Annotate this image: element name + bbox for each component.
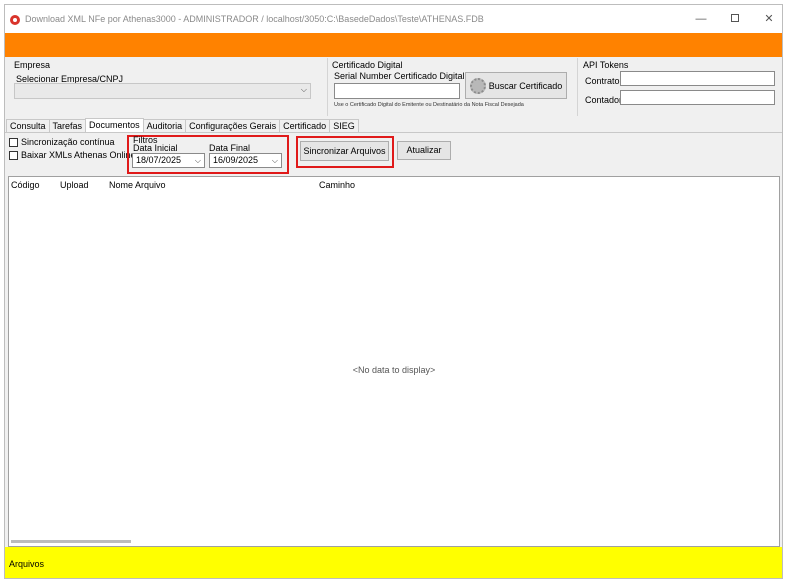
tab-sieg[interactable]: SIEG <box>329 119 359 133</box>
tab-documentos[interactable]: Documentos <box>85 118 144 133</box>
serial-number-label: Serial Number Certificado Digital <box>334 71 465 81</box>
close-button[interactable]: ✕ <box>755 11 782 27</box>
data-final-label: Data Final <box>209 143 251 153</box>
contrato-field[interactable] <box>620 71 775 86</box>
data-final-value: 16/09/2025 <box>213 155 259 165</box>
panel-divider <box>327 58 328 116</box>
tab-tarefas[interactable]: Tarefas <box>48 119 87 133</box>
tab-certificado[interactable]: Certificado <box>279 119 331 133</box>
data-inicial-value: 18/07/2025 <box>136 155 182 165</box>
tab-auditoria[interactable]: Auditoria <box>142 119 187 133</box>
chevron-down-icon: ⌵ <box>271 156 278 165</box>
window-title: Download XML NFe por Athenas3000 - ADMIN… <box>25 14 484 24</box>
column-header-caminho[interactable]: Caminho <box>319 180 355 190</box>
minimize-button[interactable]: — <box>687 11 715 27</box>
tab-consulta[interactable]: Consulta <box>6 119 50 133</box>
column-header-upload[interactable]: Upload <box>60 180 89 190</box>
checkbox-icon <box>9 137 18 147</box>
contrato-label: Contrato <box>585 76 620 86</box>
grid-header: Código Upload Nome Arquivo Caminho <box>9 177 779 192</box>
chevron-down-icon: ⌵ <box>194 156 201 165</box>
status-text: Arquivos <box>9 559 45 569</box>
gear-icon <box>469 77 486 94</box>
column-header-nome-arquivo[interactable]: Nome Arquivo <box>109 180 166 190</box>
status-bar: Arquivos <box>5 547 782 578</box>
empty-grid-message: <No data to display> <box>352 365 436 375</box>
app-logo-icon <box>10 15 20 25</box>
app-window: Download XML NFe por Athenas3000 - ADMIN… <box>4 4 783 579</box>
horizontal-scrollbar[interactable] <box>11 540 131 543</box>
baixar-xmls-label: Baixar XMLs Athenas Online <box>21 150 136 160</box>
sincronizacao-label: Sincronização contínua <box>21 137 115 147</box>
atualizar-button[interactable]: Atualizar <box>397 141 451 160</box>
chevron-down-icon: ⌵ <box>300 85 307 94</box>
maximize-icon <box>731 14 739 22</box>
buscar-certificado-button[interactable]: Buscar Certificado <box>465 72 567 99</box>
contador-label: Contador <box>585 95 623 105</box>
header-banner <box>5 33 782 57</box>
data-final-picker[interactable]: 16/09/2025 ⌵ <box>209 153 282 168</box>
tab-bar: Consulta Tarefas Documentos Auditoria Co… <box>6 118 359 133</box>
api-tokens-title: API Tokens <box>583 60 629 70</box>
data-inicial-picker[interactable]: 18/07/2025 ⌵ <box>132 153 205 168</box>
baixar-xmls-checkbox[interactable]: Baixar XMLs Athenas Online <box>9 150 136 160</box>
certificado-title: Certificado Digital <box>332 60 403 70</box>
checkbox-icon <box>9 150 18 160</box>
panel-divider <box>577 58 578 116</box>
serial-number-field[interactable] <box>334 83 460 99</box>
maximize-button[interactable] <box>721 11 749 27</box>
data-inicial-label: Data Inicial <box>133 143 178 153</box>
contador-field[interactable] <box>620 90 775 105</box>
certificado-hint: Use o Certificado Digital do Emitente ou… <box>334 102 524 108</box>
buscar-certificado-label: Buscar Certificado <box>488 80 563 91</box>
empresa-select[interactable]: ⌵ <box>14 83 311 99</box>
sincronizar-arquivos-button[interactable]: Sincronizar Arquivos <box>300 141 389 161</box>
sincronizacao-checkbox[interactable]: Sincronização contínua <box>9 137 115 147</box>
title-bar: Download XML NFe por Athenas3000 - ADMIN… <box>5 5 782 33</box>
column-header-codigo[interactable]: Código <box>11 180 40 190</box>
arquivos-grid[interactable]: Código Upload Nome Arquivo Caminho <No d… <box>8 176 780 547</box>
empresa-title: Empresa <box>14 60 51 70</box>
tab-divider <box>5 132 782 133</box>
tab-configuracoes-gerais[interactable]: Configurações Gerais <box>185 119 281 133</box>
